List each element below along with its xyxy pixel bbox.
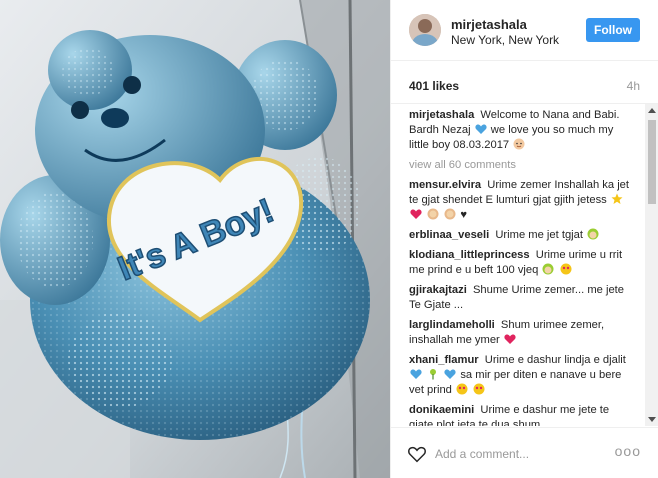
red-heart-emoji (410, 209, 422, 219)
blue-heart-emoji (410, 369, 422, 379)
comment-username[interactable]: larglindameholli (409, 319, 495, 331)
comment-text-after: sa mir per diten e nanave u bere vet pri… (409, 369, 622, 396)
comment-username[interactable]: mensur.elvira (409, 179, 481, 191)
avatar-image (409, 14, 441, 46)
comment-text: Urime e dashur lindja e djalit (484, 354, 626, 366)
balloon-photo-svg: It's A Boy! (0, 0, 390, 478)
flower-emoji (430, 369, 437, 380)
post-photo[interactable]: It's A Boy! (0, 0, 390, 478)
blue-heart-emoji (444, 369, 456, 379)
comment-item: mensur.elvira Urime zemer Inshallah ka j… (409, 178, 635, 223)
heart-eyes-emoji (473, 383, 485, 395)
comment-username[interactable]: klodiana_littleprincess (409, 249, 530, 261)
comment-text: Urime me jet tgjat (495, 229, 584, 241)
post-time: 4h (626, 79, 640, 93)
likes-row: 401 likes 4h (391, 62, 658, 104)
star-emoji (611, 193, 623, 204)
scrollbar-thumb[interactable] (648, 120, 656, 204)
comment-username[interactable]: xhani_flamur (409, 354, 479, 366)
avatar[interactable] (409, 14, 441, 46)
post-location[interactable]: New York, New York (451, 33, 559, 47)
baby-emoji (587, 228, 599, 240)
caption-username[interactable]: mirjetashala (409, 109, 474, 121)
comment-username[interactable]: erblinaa_veseli (409, 229, 489, 241)
post-username[interactable]: mirjetashala (451, 17, 527, 32)
add-comment-input[interactable] (435, 445, 605, 463)
comment-username[interactable]: gjirakajtazi (409, 284, 467, 296)
scroll-up-arrow-icon[interactable] (648, 108, 656, 113)
more-options-icon[interactable]: ooo (615, 443, 641, 459)
follow-button[interactable]: Follow (586, 18, 640, 42)
post-footer: ooo (391, 427, 658, 478)
red-heart-emoji (504, 334, 516, 344)
baby-emoji (542, 263, 554, 275)
caption: mirjetashala Welcome to Nana and Babi. B… (409, 108, 635, 153)
comments-scrollbar[interactable] (645, 104, 658, 426)
heart-eyes-emoji (456, 383, 468, 395)
comment-item: klodiana_littleprincess Urime urime u rr… (409, 248, 635, 278)
baby-emoji (513, 138, 525, 150)
comment-item: larglindameholli Shum urimee zemer, insh… (409, 318, 635, 348)
view-all-comments-link[interactable]: view all 60 comments (409, 158, 635, 172)
comment-item: donikaemini Urime e dashur me jete te gj… (409, 403, 635, 426)
heart-icon[interactable] (407, 445, 427, 463)
blue-heart-emoji (475, 124, 487, 134)
post-side-panel: mirjetashala New York, New York Follow 4… (390, 0, 658, 478)
likes-count[interactable]: 401 likes (409, 79, 459, 93)
comment-item: gjirakajtazi Shume Urime zemer... me jet… (409, 283, 635, 313)
black-heart-emoji: ♥ (460, 209, 467, 221)
heart-eyes-emoji (560, 263, 572, 275)
comment-item: xhani_flamur Urime e dashur lindja e dja… (409, 353, 635, 398)
comment-username[interactable]: donikaemini (409, 404, 474, 416)
comment-item: erblinaa_veseli Urime me jet tgjat (409, 228, 635, 243)
baby-emoji (444, 208, 456, 220)
post-header: mirjetashala New York, New York Follow (391, 0, 658, 61)
baby-emoji (427, 208, 439, 220)
comments-list: mirjetashala Welcome to Nana and Babi. B… (391, 104, 645, 426)
scroll-down-arrow-icon[interactable] (648, 417, 656, 422)
